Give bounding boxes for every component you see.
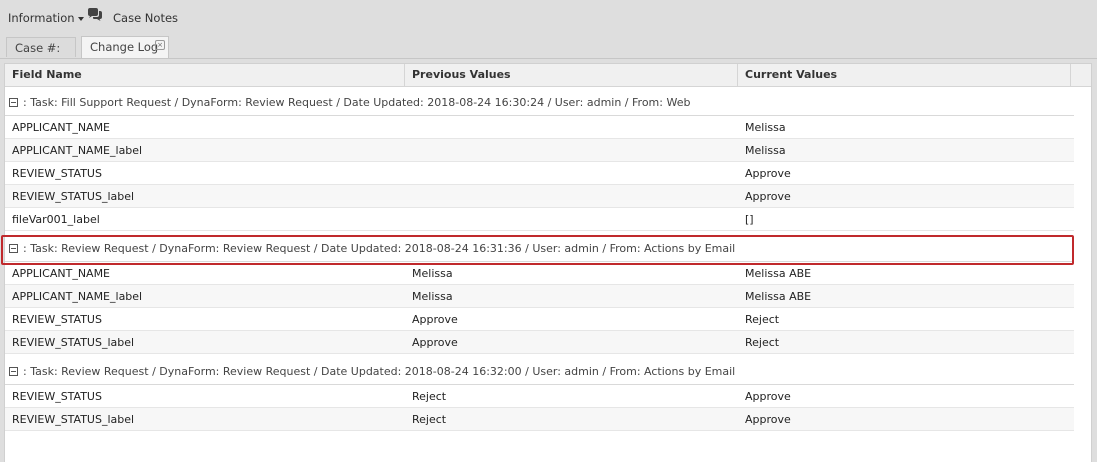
case-notes-link[interactable]: Case Notes bbox=[113, 11, 178, 25]
current-value-cell: Reject bbox=[745, 336, 780, 349]
field-name-cell: REVIEW_STATUS_label bbox=[12, 413, 135, 426]
previous-value-cell: Reject bbox=[412, 390, 447, 403]
group-header[interactable]: : Task: Fill Support Request / DynaForm:… bbox=[5, 91, 1074, 115]
previous-value-cell: Reject bbox=[412, 413, 447, 426]
previous-value-cell: Approve bbox=[412, 313, 458, 326]
table-row[interactable]: REVIEW_STATUS Reject Approve bbox=[5, 385, 1074, 408]
current-value-cell: Approve bbox=[745, 413, 791, 426]
table-row[interactable]: REVIEW_STATUS_label Approve bbox=[5, 185, 1074, 208]
collapse-icon[interactable] bbox=[9, 367, 18, 376]
field-name-cell: APPLICANT_NAME bbox=[12, 121, 111, 134]
table-row[interactable]: APPLICANT_NAME Melissa Melissa ABE bbox=[5, 262, 1074, 285]
column-header-current-values[interactable]: Current Values bbox=[738, 64, 1071, 86]
table-row[interactable]: REVIEW_STATUS_label Reject Approve bbox=[5, 408, 1074, 431]
group-header-text: : Task: Review Request / DynaForm: Revie… bbox=[23, 365, 736, 378]
close-icon[interactable]: × bbox=[155, 40, 165, 50]
previous-value-cell bbox=[405, 139, 738, 162]
toolbar: Information Case Notes bbox=[0, 0, 1097, 34]
caret-down-icon bbox=[77, 16, 84, 21]
case-notes-icon[interactable] bbox=[87, 8, 103, 25]
tab-change-log-label: Change Log bbox=[90, 40, 159, 54]
field-name-cell: REVIEW_STATUS_label bbox=[12, 336, 135, 349]
field-name-cell: REVIEW_STATUS bbox=[12, 390, 102, 403]
previous-value-cell: Melissa bbox=[412, 267, 453, 280]
table-row[interactable]: REVIEW_STATUS_label Approve Reject bbox=[5, 331, 1074, 354]
information-menu[interactable]: Information bbox=[8, 11, 84, 25]
field-name-cell: fileVar001_label bbox=[12, 213, 100, 226]
tab-strip: Case #: 34 Change Log × bbox=[0, 34, 1097, 75]
table-row[interactable]: APPLICANT_NAME_label Melissa Melissa ABE bbox=[5, 285, 1074, 308]
group-header[interactable]: : Task: Review Request / DynaForm: Revie… bbox=[5, 360, 1074, 384]
column-header-field-name[interactable]: Field Name bbox=[5, 64, 405, 86]
previous-value-cell bbox=[405, 116, 738, 139]
group-header[interactable]: : Task: Review Request / DynaForm: Revie… bbox=[5, 237, 1074, 261]
field-name-cell: REVIEW_STATUS bbox=[12, 313, 102, 326]
current-value-cell: Melissa ABE bbox=[745, 267, 812, 280]
current-value-cell: Reject bbox=[745, 313, 780, 326]
grid-header: Field Name Previous Values Current Value… bbox=[5, 64, 1091, 87]
field-name-cell: REVIEW_STATUS_label bbox=[12, 190, 135, 203]
group-header-text: : Task: Fill Support Request / DynaForm:… bbox=[23, 96, 691, 109]
current-value-cell: Approve bbox=[745, 167, 791, 180]
field-name-cell: REVIEW_STATUS bbox=[12, 167, 102, 180]
current-value-cell: Melissa bbox=[745, 144, 786, 157]
collapse-icon[interactable] bbox=[9, 98, 18, 107]
table-row[interactable]: REVIEW_STATUS Approve Reject bbox=[5, 308, 1074, 331]
field-name-cell: APPLICANT_NAME_label bbox=[12, 144, 143, 157]
information-label: Information bbox=[8, 11, 75, 25]
field-name-cell: APPLICANT_NAME bbox=[12, 267, 111, 280]
tab-case[interactable]: Case #: 34 bbox=[6, 37, 76, 75]
table-row[interactable]: fileVar001_label [] bbox=[5, 208, 1074, 231]
previous-value-cell bbox=[405, 162, 738, 185]
collapse-icon[interactable] bbox=[9, 244, 18, 253]
tab-change-log[interactable]: Change Log × bbox=[81, 36, 169, 58]
previous-value-cell bbox=[405, 185, 738, 208]
current-value-cell: Melissa ABE bbox=[745, 290, 812, 303]
group-header-text: : Task: Review Request / DynaForm: Revie… bbox=[23, 242, 736, 255]
previous-value-cell: Approve bbox=[412, 336, 458, 349]
previous-value-cell bbox=[405, 208, 738, 231]
current-value-cell: [] bbox=[745, 213, 754, 226]
table-row[interactable]: REVIEW_STATUS Approve bbox=[5, 162, 1074, 185]
table-row[interactable]: APPLICANT_NAME_label Melissa bbox=[5, 139, 1074, 162]
field-name-cell: APPLICANT_NAME_label bbox=[12, 290, 143, 303]
table-row[interactable]: APPLICANT_NAME Melissa bbox=[5, 116, 1074, 139]
current-value-cell: Melissa bbox=[745, 121, 786, 134]
change-log-grid: Field Name Previous Values Current Value… bbox=[4, 63, 1092, 462]
column-header-previous-values[interactable]: Previous Values bbox=[405, 64, 738, 86]
previous-value-cell: Melissa bbox=[412, 290, 453, 303]
current-value-cell: Approve bbox=[745, 390, 791, 403]
current-value-cell: Approve bbox=[745, 190, 791, 203]
